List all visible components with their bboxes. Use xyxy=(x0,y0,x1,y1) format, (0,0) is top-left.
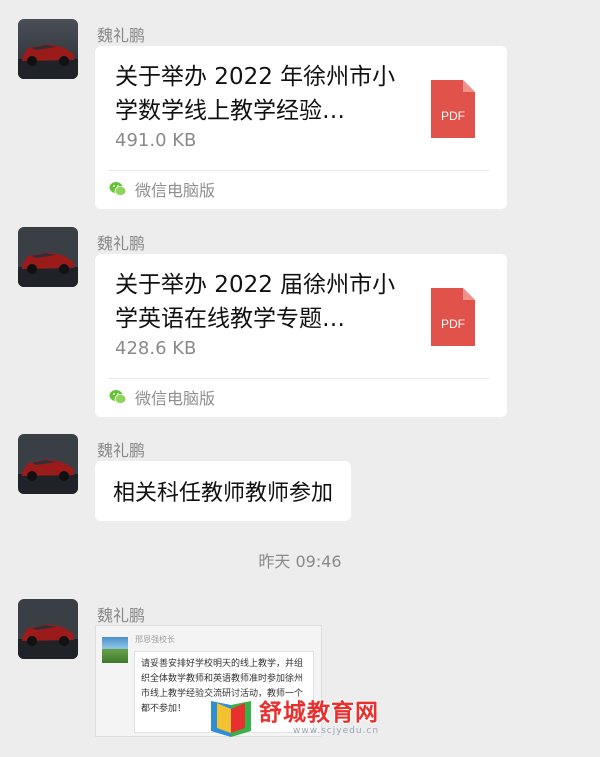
text-message-bubble[interactable]: 相关科任教师教师参加 xyxy=(95,461,352,521)
file-source-label: 微信电脑版 xyxy=(135,389,216,408)
sender-name: 魏礼鹏 xyxy=(97,26,146,45)
avatar[interactable] xyxy=(18,227,78,287)
file-title: 关于举办 2022 届徐州市小学英语在线教学专题… xyxy=(115,272,396,332)
divider xyxy=(109,170,489,171)
watermark: 舒城教育网 www.scjyedu.cn xyxy=(207,693,399,741)
car-avatar-icon xyxy=(18,434,78,494)
sender-name: 魏礼鹏 xyxy=(97,234,146,253)
avatar[interactable] xyxy=(18,19,78,79)
wechat-icon xyxy=(109,182,127,196)
car-avatar-icon xyxy=(18,227,78,287)
sender-name: 魏礼鹏 xyxy=(97,441,146,460)
car-avatar-icon xyxy=(18,599,78,659)
divider xyxy=(109,378,489,379)
watermark-url: www.scjyedu.cn xyxy=(293,726,380,736)
inner-avatar xyxy=(102,637,128,663)
message-text: 相关科任教师教师参加 xyxy=(113,481,334,506)
file-size: 491.0 KB xyxy=(115,130,197,151)
file-source: 微信电脑版 xyxy=(109,385,215,409)
avatar[interactable] xyxy=(18,599,78,659)
avatar[interactable] xyxy=(18,434,78,494)
sender-name: 魏礼鹏 xyxy=(97,606,146,625)
file-size: 428.6 KB xyxy=(115,338,197,359)
timestamp: 昨天 09:46 xyxy=(258,552,342,571)
car-avatar-icon xyxy=(18,19,78,79)
wechat-icon xyxy=(109,390,127,404)
book-logo-icon xyxy=(211,701,251,737)
pdf-file-icon: PDF xyxy=(431,80,475,138)
file-source-label: 微信电脑版 xyxy=(135,181,216,200)
file-message-card[interactable]: 关于举办 2022 年徐州市小学数学线上教学经验… 491.0 KB PDF 微… xyxy=(95,46,507,209)
pdf-label: PDF xyxy=(441,317,465,331)
pdf-label: PDF xyxy=(441,109,465,123)
watermark-text: 舒城教育网 xyxy=(259,700,379,726)
file-title: 关于举办 2022 年徐州市小学数学线上教学经验… xyxy=(115,64,396,124)
file-source: 微信电脑版 xyxy=(109,177,215,201)
pdf-file-icon: PDF xyxy=(431,288,475,346)
file-message-card[interactable]: 关于举办 2022 届徐州市小学英语在线教学专题… 428.6 KB PDF 微… xyxy=(95,254,507,417)
inner-sender-name: 邢恩强校长 xyxy=(135,635,175,644)
